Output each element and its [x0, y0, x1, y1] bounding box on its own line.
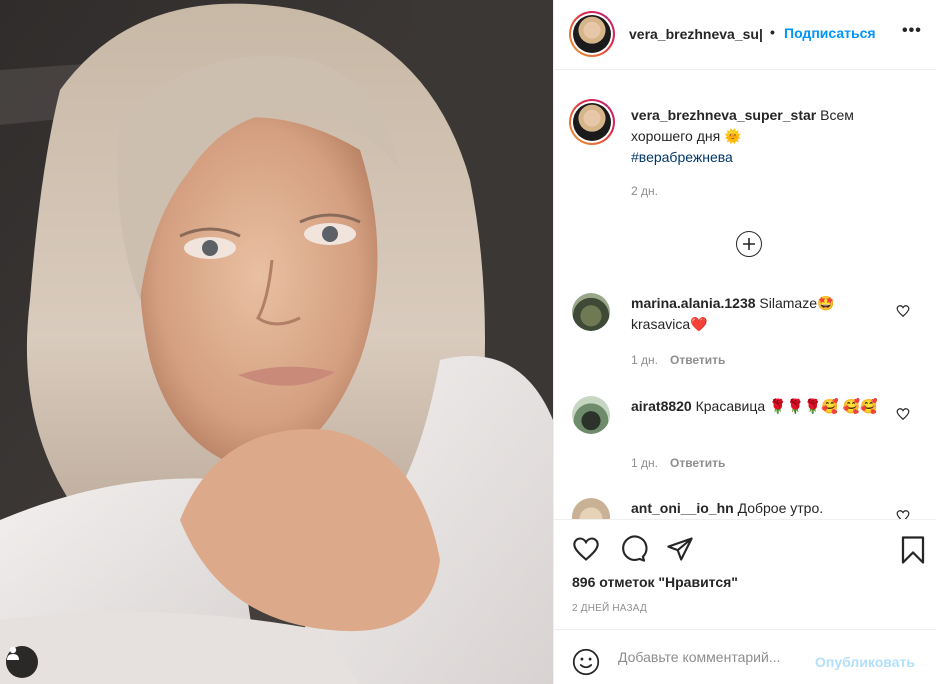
commenter-username-link[interactable]: marina.alania.1238 — [631, 295, 756, 311]
separator-dot: • — [770, 24, 775, 40]
commenter-avatar[interactable] — [572, 498, 610, 519]
smiley-icon[interactable] — [572, 648, 600, 676]
post-photo[interactable] — [0, 0, 553, 684]
tagged-users-button[interactable] — [6, 646, 38, 678]
comment-meta: 1 дн. Ответить — [631, 353, 725, 367]
comment-body: Доброе утро. — [737, 500, 824, 516]
plus-circle-icon — [743, 238, 755, 250]
author-username-link[interactable]: vera_brezhneva_su| — [629, 26, 769, 42]
follow-button[interactable]: Подписаться — [784, 25, 876, 41]
commenter-avatar[interactable] — [572, 396, 610, 434]
comment-like-heart-icon[interactable] — [896, 407, 910, 421]
caption-text: vera_brezhneva_super_star Всем хорошего … — [631, 105, 891, 168]
sun-emoji: 🌞 — [724, 128, 742, 144]
comment-body: Красавица 🌹🌹🌹🥰 🥰🥰 — [695, 398, 878, 414]
likes-count[interactable]: 896 отметок "Нравится" — [572, 574, 738, 590]
author-avatar[interactable] — [569, 11, 615, 57]
comments-list[interactable]: vera_brezhneva_super_star Всем хорошего … — [554, 71, 936, 519]
post-side-panel: vera_brezhneva_su| • Подписаться ••• ver… — [553, 0, 936, 684]
post-header: vera_brezhneva_su| • Подписаться ••• — [554, 0, 936, 70]
comment-text: ant_oni__io_hn Доброе утро. — [631, 498, 881, 519]
caption-avatar[interactable] — [569, 99, 615, 145]
comment-timestamp[interactable]: 1 дн. — [631, 456, 658, 470]
hashtag-link[interactable]: #верабрежнева — [631, 149, 733, 165]
selfie-image — [0, 0, 553, 684]
comment-meta: 1 дн. Ответить — [631, 456, 725, 470]
commenter-avatar[interactable] — [572, 293, 610, 331]
paper-plane-icon[interactable] — [665, 535, 695, 563]
caption-timestamp[interactable]: 2 дн. — [631, 184, 658, 198]
add-comment-bar: Опубликовать — [554, 629, 936, 684]
comment-input[interactable] — [618, 645, 813, 669]
reply-button[interactable]: Ответить — [670, 456, 725, 470]
comment-text: marina.alania.1238 Silamaze🤩 krasavica❤️ — [631, 293, 881, 335]
post-actions: 896 отметок "Нравится" 2 ДНЕЙ НАЗАД — [554, 519, 936, 629]
load-more-comments-button[interactable] — [736, 231, 762, 257]
comment-text: airat8820 Красавица 🌹🌹🌹🥰 🥰🥰 — [631, 396, 881, 417]
commenter-username-link[interactable]: ant_oni__io_hn — [631, 500, 734, 516]
publish-button[interactable]: Опубликовать — [815, 654, 915, 670]
comment-like-heart-icon[interactable] — [896, 304, 910, 318]
heart-icon[interactable] — [571, 535, 601, 563]
more-options-button[interactable]: ••• — [902, 22, 922, 40]
post-age[interactable]: 2 ДНЕЙ НАЗАД — [572, 603, 647, 614]
caption-username-link[interactable]: vera_brezhneva_super_star — [631, 107, 816, 123]
comment-timestamp[interactable]: 1 дн. — [631, 353, 658, 367]
comment-icon[interactable] — [618, 535, 648, 563]
user-icon — [7, 646, 19, 660]
commenter-username-link[interactable]: airat8820 — [631, 398, 692, 414]
bookmark-icon[interactable] — [900, 535, 926, 565]
comment-like-heart-icon[interactable] — [896, 509, 910, 519]
reply-button[interactable]: Ответить — [670, 353, 725, 367]
